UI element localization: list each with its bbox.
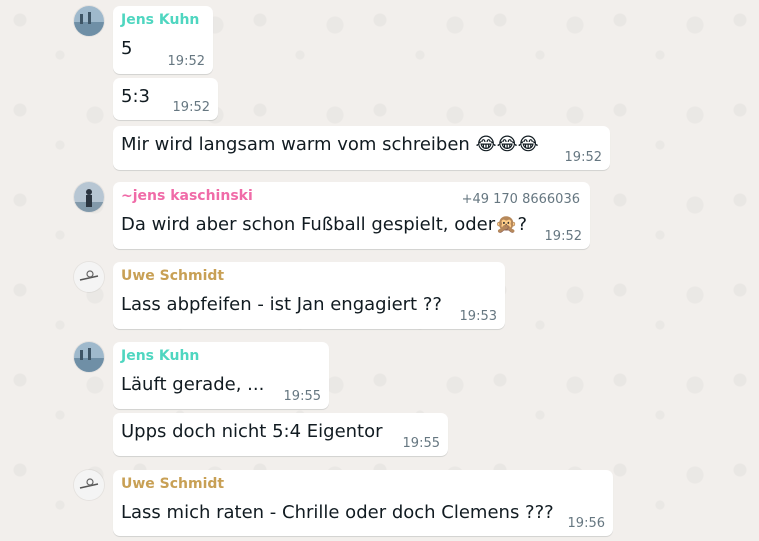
avatar-uwe[interactable]: [74, 470, 104, 500]
message-bubble[interactable]: ~jens kaschinski +49 170 8666036 Da wird…: [113, 182, 590, 249]
message-bubble[interactable]: Upps doch nicht 5:4 Eigentor 19:55: [113, 413, 448, 456]
avatar-jens-kaschinski[interactable]: [74, 182, 104, 212]
message-text: Mir wird langsam warm vom schreiben 😂😂😂: [121, 134, 539, 155]
sender-name[interactable]: ~jens kaschinski: [121, 188, 253, 204]
sender-name[interactable]: Jens Kuhn: [121, 12, 199, 28]
message-time: 19:53: [459, 309, 497, 324]
landscape-photo-icon: [74, 6, 104, 36]
message-text: 5:3: [121, 86, 150, 107]
message-time: 19:55: [283, 389, 321, 404]
message-text: Lass mich raten - Chrille oder doch Clem…: [121, 502, 554, 523]
sender-phone: +49 170 8666036: [461, 192, 580, 207]
message-text: Da wird aber schon Fußball gespielt, ode…: [121, 214, 528, 235]
message-time: 19:55: [402, 436, 440, 451]
avatar-jens-kuhn[interactable]: [74, 342, 104, 372]
message-time: 19:52: [172, 100, 210, 115]
message-time: 19:56: [567, 516, 605, 531]
message-text: Läuft gerade, ...: [121, 374, 265, 395]
message-bubble[interactable]: Uwe Schmidt Lass abpfeifen - ist Jan eng…: [113, 262, 505, 329]
landscape-photo-icon: [74, 342, 104, 372]
message-bubble[interactable]: Uwe Schmidt Lass mich raten - Chrille od…: [113, 470, 613, 536]
message-time: 19:52: [167, 54, 205, 69]
sender-name[interactable]: Jens Kuhn: [121, 348, 199, 364]
message-time: 19:52: [544, 229, 582, 244]
sender-name[interactable]: Uwe Schmidt: [121, 268, 224, 284]
message-text: Upps doch nicht 5:4 Eigentor: [121, 421, 383, 442]
message-bubble[interactable]: 5:3 19:52: [113, 78, 218, 120]
avatar-uwe[interactable]: [74, 262, 104, 292]
message-bubble[interactable]: Mir wird langsam warm vom schreiben 😂😂😂 …: [113, 126, 610, 170]
person-photo-icon: [74, 182, 104, 212]
message-bubble[interactable]: Jens Kuhn Läuft gerade, ... 19:55: [113, 342, 329, 409]
message-bubble[interactable]: Jens Kuhn 5 19:52: [113, 6, 213, 74]
message-time: 19:52: [564, 150, 602, 165]
sketch-photo-icon: [74, 470, 104, 500]
sketch-photo-icon: [74, 262, 104, 292]
message-text: 5: [121, 38, 133, 59]
avatar-jens-kuhn[interactable]: [74, 6, 104, 36]
sender-name[interactable]: Uwe Schmidt: [121, 476, 224, 492]
message-text: Lass abpfeifen - ist Jan engagiert ??: [121, 294, 442, 315]
